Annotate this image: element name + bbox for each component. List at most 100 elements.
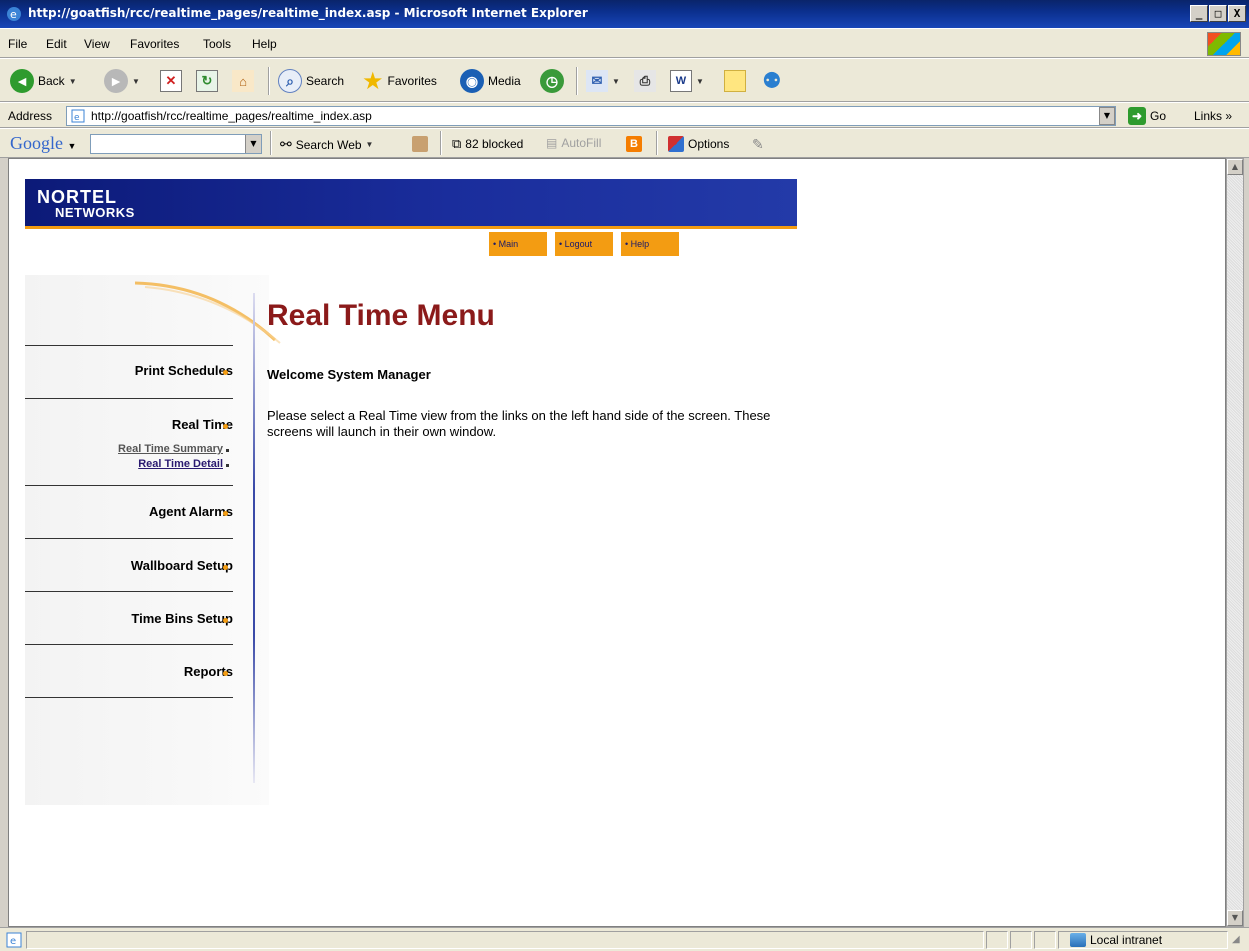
menu-tools[interactable]: Tools — [203, 37, 231, 51]
toolbar-separator — [656, 131, 658, 155]
options-button[interactable]: Options — [668, 136, 729, 152]
intranet-globe-icon — [1070, 933, 1086, 947]
google-dropdown-icon: ▼ — [67, 141, 77, 151]
page-icon: e — [71, 109, 85, 123]
mail-icon: ✉ — [586, 70, 608, 92]
refresh-button[interactable]: ↻ — [196, 65, 218, 97]
edit-word-button[interactable]: W ▼ — [670, 65, 704, 97]
address-dropdown-icon[interactable]: ▼ — [1099, 107, 1115, 125]
nav-separator — [25, 591, 233, 592]
nav-separator — [25, 398, 233, 399]
close-button[interactable]: X — [1228, 5, 1246, 22]
pencil-icon: ✎ — [752, 136, 764, 152]
status-panel — [1010, 931, 1032, 949]
menu-file[interactable]: File — [8, 37, 27, 51]
popup-blocker-button[interactable]: ⧉ 82 blocked — [452, 136, 523, 152]
forward-button[interactable]: ► ▼ — [104, 65, 140, 97]
sub-bullet-icon — [226, 449, 229, 452]
svg-text:e: e — [74, 113, 80, 123]
search-label: Search — [306, 74, 345, 88]
nav-main-link[interactable]: • Main — [489, 232, 547, 256]
toolbar-separator — [440, 131, 442, 155]
instructions-text: Please select a Real Time view from the … — [267, 408, 771, 439]
scroll-down-icon[interactable]: ▼ — [1227, 910, 1243, 926]
forward-dropdown-icon[interactable]: ▼ — [132, 77, 140, 86]
page-info-button[interactable] — [412, 136, 428, 152]
messenger-icon: ⚉ — [762, 68, 782, 93]
nav-separator — [25, 697, 233, 698]
maximize-button[interactable]: □ — [1209, 5, 1227, 22]
back-arrow-icon: ◄ — [10, 69, 34, 93]
link-real-time-detail[interactable]: Real Time Detail — [138, 458, 223, 470]
mail-dropdown-icon[interactable]: ▼ — [612, 77, 620, 86]
scroll-up-icon[interactable]: ▲ — [1227, 159, 1243, 175]
resize-grip-icon[interactable]: ◢ — [1232, 934, 1240, 945]
address-url: http://goatfish/rcc/realtime_pages/realt… — [91, 109, 372, 123]
svg-text:e: e — [10, 8, 17, 21]
search-web-dropdown-icon[interactable]: ▼ — [366, 140, 374, 149]
vertical-scrollbar[interactable]: ▲ ▼ — [1226, 158, 1244, 927]
menu-help[interactable]: Help — [252, 37, 277, 51]
nav-print-schedules[interactable]: Print Schedules — [135, 363, 233, 378]
refresh-icon: ↻ — [196, 70, 218, 92]
autofill-button[interactable]: ▤ AutoFill — [546, 136, 601, 150]
highlight-button[interactable]: ✎ — [752, 136, 764, 153]
address-input[interactable]: e http://goatfish/rcc/realtime_pages/rea… — [66, 106, 1116, 126]
bullet-icon — [223, 618, 228, 623]
google-search-input[interactable]: ▼ — [90, 134, 262, 154]
edit-dropdown-icon[interactable]: ▼ — [696, 77, 704, 86]
back-button[interactable]: ◄ Back ▼ — [10, 65, 77, 97]
sub-bullet-icon — [226, 464, 229, 467]
nav-separator — [25, 644, 233, 645]
stop-button[interactable]: ✕ — [160, 65, 182, 97]
options-label: Options — [688, 137, 730, 151]
messenger-button[interactable]: ⚉ — [762, 65, 782, 97]
search-icon: ⌕ — [278, 69, 302, 93]
blogger-button[interactable]: B — [626, 136, 642, 152]
bullet-icon — [223, 671, 228, 676]
nortel-banner: NORTEL NETWORKS — [25, 179, 797, 229]
status-panel — [986, 931, 1008, 949]
nav-logout-link[interactable]: • Logout — [555, 232, 613, 256]
networks-logo-text: NETWORKS — [55, 205, 135, 220]
search-button[interactable]: ⌕ Search — [278, 65, 344, 97]
blocked-count: 82 blocked — [465, 137, 524, 151]
nav-separator — [25, 485, 233, 486]
link-real-time-summary[interactable]: Real Time Summary — [118, 443, 223, 455]
google-logo[interactable]: Google ▼ — [10, 133, 76, 154]
menu-edit[interactable]: Edit — [46, 37, 67, 51]
nav-wallboard-setup[interactable]: Wallboard Setup — [131, 558, 233, 573]
media-button[interactable]: ◉ Media — [460, 65, 521, 97]
mail-button[interactable]: ✉ ▼ — [586, 65, 620, 97]
zone-label: Local intranet — [1090, 933, 1163, 947]
window-title-bar: e http://goatfish/rcc/realtime_pages/rea… — [0, 0, 1249, 28]
forward-arrow-icon: ► — [104, 69, 128, 93]
nav-help-link[interactable]: • Help — [621, 232, 679, 256]
search-web-button[interactable]: ⚯ Search Web ▼ — [280, 136, 373, 153]
home-icon: ⌂ — [232, 70, 254, 92]
toolbar-separator — [270, 131, 272, 155]
print-icon: ⎙ — [634, 70, 656, 92]
left-nav-panel: Print Schedules Real Time Real Time Summ… — [25, 275, 281, 805]
back-dropdown-icon[interactable]: ▼ — [69, 77, 77, 86]
history-button[interactable]: ◷ — [540, 65, 564, 97]
bullet-icon — [223, 565, 228, 570]
print-button[interactable]: ⎙ — [634, 65, 656, 97]
minimize-button[interactable]: _ — [1190, 5, 1208, 22]
nav-separator — [25, 345, 233, 346]
media-label: Media — [488, 74, 521, 88]
go-button[interactable]: ➜ Go — [1128, 107, 1166, 125]
page-viewport: NORTEL NETWORKS • Main • Logout • Help P… — [8, 158, 1226, 927]
google-search-dropdown-icon[interactable]: ▼ — [245, 135, 261, 153]
nav-agent-alarms[interactable]: Agent Alarms — [149, 504, 233, 519]
menu-favorites[interactable]: Favorites — [130, 37, 179, 51]
history-icon: ◷ — [540, 69, 564, 93]
popup-blocker-icon: ⧉ — [452, 136, 462, 151]
home-button[interactable]: ⌂ — [232, 65, 254, 97]
favorites-button[interactable]: ★ Favorites — [362, 65, 437, 97]
menu-view[interactable]: View — [84, 37, 110, 51]
go-arrow-icon: ➜ — [1128, 107, 1146, 125]
nav-time-bins-setup[interactable]: Time Bins Setup — [131, 611, 233, 626]
discuss-button[interactable] — [724, 65, 746, 97]
links-button[interactable]: Links » — [1194, 109, 1232, 123]
